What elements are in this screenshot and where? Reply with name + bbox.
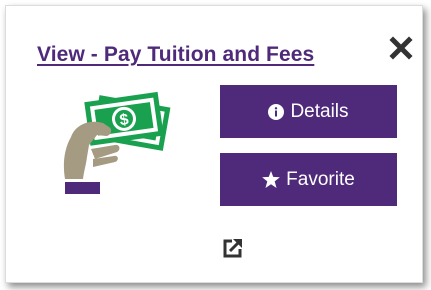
favorite-button[interactable]: Favorite — [220, 153, 397, 206]
pay-tuition-illustration: $ — [51, 89, 181, 199]
favorite-button-label: Favorite — [286, 168, 355, 190]
close-button[interactable] — [389, 36, 413, 60]
external-link-button[interactable] — [222, 237, 244, 259]
card-title-link[interactable]: View - Pay Tuition and Fees — [37, 43, 314, 67]
external-link-icon — [223, 239, 242, 258]
info-circle-icon — [268, 103, 285, 120]
close-icon — [389, 36, 413, 60]
app-card: View - Pay Tuition and Fees $ Details Fa… — [5, 5, 423, 283]
hand-holding-money-icon: $ — [63, 91, 171, 194]
details-button-label: Details — [290, 100, 349, 122]
star-icon — [262, 171, 281, 188]
details-button[interactable]: Details — [220, 85, 397, 138]
